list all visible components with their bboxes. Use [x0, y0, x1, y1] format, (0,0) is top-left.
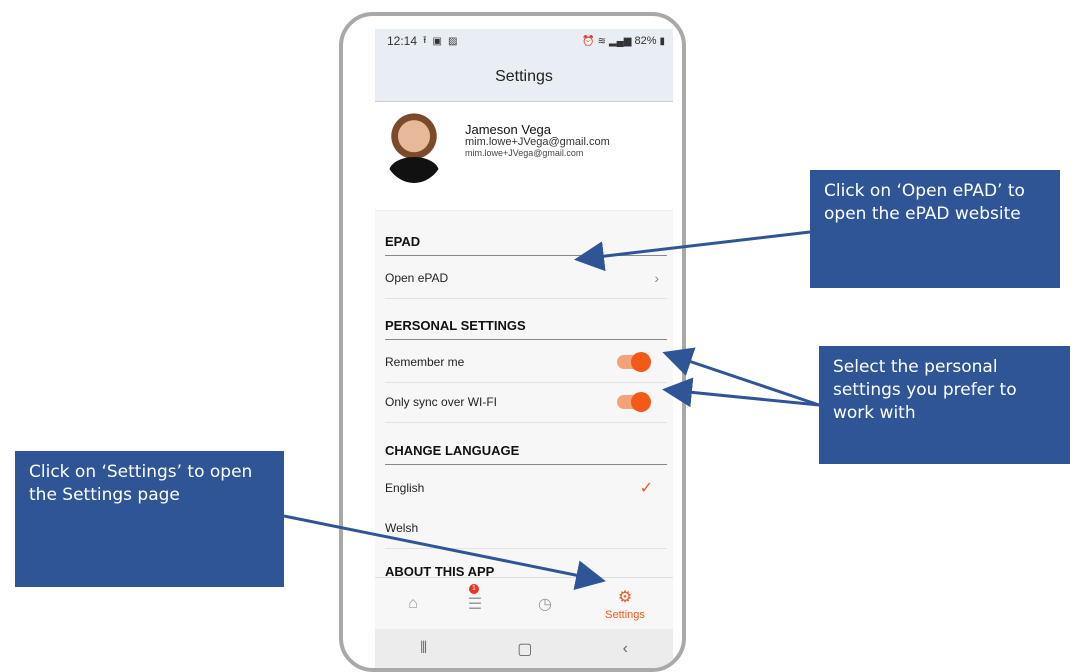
profile-name: Jameson Vega — [465, 122, 552, 137]
arrow-to-remember-me — [662, 347, 820, 407]
phone-frame: 12:14 ⭱ ▣ ▨ ⏰ ≋ ▂▄▆ 82% ▮ Settings James… — [339, 12, 686, 672]
profile-card: Jameson Vega mim.lowe+JVega@gmail.com mi… — [375, 102, 673, 211]
section-about-title: ABOUT THIS APP — [385, 564, 495, 577]
open-epad-row[interactable]: Open ePAD › — [385, 258, 667, 299]
chevron-right-icon: › — [654, 270, 659, 286]
page-title: Settings — [375, 53, 673, 102]
wifi-icon: ≋ — [597, 35, 606, 47]
wifi-sync-row: Only sync over WI-FI — [385, 382, 667, 423]
callout-personal-settings: Select the personal settings you prefer … — [819, 346, 1070, 464]
status-time: 12:14 — [387, 34, 418, 48]
tab-tasks[interactable]: ☰ 1 — [455, 578, 495, 630]
android-nav-bar: ⦀ ▢ ‹ — [375, 629, 673, 668]
back-icon[interactable]: ‹ — [623, 640, 628, 658]
home-nav-icon[interactable]: ▢ — [517, 639, 532, 659]
callout-open-epad: Click on ‘Open ePAD’ to open the ePAD we… — [810, 170, 1060, 288]
tab-home[interactable]: ⌂ — [393, 578, 433, 630]
language-english-row[interactable]: English ✓ — [385, 468, 667, 508]
remember-me-row: Remember me — [385, 342, 667, 383]
list-icon: ☰ — [467, 596, 483, 613]
language-welsh-row[interactable]: Welsh — [385, 508, 667, 549]
recents-icon[interactable]: ⦀ — [420, 640, 427, 658]
home-icon: ⌂ — [408, 595, 418, 612]
profile-email-secondary: mim.lowe+JVega@gmail.com — [465, 148, 584, 158]
section-personal-title: PERSONAL SETTINGS — [385, 318, 667, 340]
arrow-to-wifi-sync — [662, 377, 820, 408]
wifi-sync-toggle[interactable] — [617, 392, 651, 412]
tab-history[interactable]: ◷ — [525, 578, 565, 630]
remember-me-toggle[interactable] — [617, 352, 651, 372]
notification-badge: 1 — [469, 584, 479, 594]
language-welsh-label: Welsh — [385, 521, 419, 535]
callout-settings-tab: Click on ‘Settings’ to open the Settings… — [15, 451, 284, 587]
tab-bar: ⌂ ☰ 1 ◷ ⚙ Settings — [375, 577, 673, 630]
tab-settings[interactable]: ⚙ Settings — [593, 578, 657, 630]
avatar — [383, 111, 445, 183]
open-epad-label: Open ePAD — [385, 271, 449, 285]
battery-level: 82% — [634, 35, 657, 47]
clock-icon: ◷ — [538, 596, 552, 613]
phone-screen: 12:14 ⭱ ▣ ▨ ⏰ ≋ ▂▄▆ 82% ▮ Settings James… — [375, 29, 673, 668]
image-icon: ▨ — [447, 35, 458, 47]
wifi-sync-label: Only sync over WI-FI — [385, 395, 498, 409]
section-language-title: CHANGE LANGUAGE — [385, 443, 667, 465]
language-english-label: English — [385, 481, 425, 495]
tab-settings-label: Settings — [605, 609, 645, 621]
avatar-shirt — [389, 157, 439, 183]
status-bar: 12:14 ⭱ ▣ ▨ ⏰ ≋ ▂▄▆ 82% ▮ — [375, 29, 673, 53]
section-epad-title: EPAD — [385, 234, 667, 256]
signal-icon: ▂▄▆ — [608, 35, 632, 47]
toggle-knob — [631, 352, 651, 372]
profile-email: mim.lowe+JVega@gmail.com — [465, 136, 610, 148]
notification-icon: ▣ — [432, 35, 442, 47]
toggle-knob — [631, 392, 651, 412]
settings-content[interactable]: Jameson Vega mim.lowe+JVega@gmail.com mi… — [375, 102, 673, 577]
remember-me-label: Remember me — [385, 355, 465, 369]
gear-icon: ⚙ — [617, 589, 633, 606]
checkmark-icon: ✓ — [639, 480, 653, 497]
upload-icon: ⭱ — [423, 34, 427, 46]
battery-icon: ▮ — [659, 35, 665, 47]
alarm-icon: ⏰ — [582, 35, 595, 47]
